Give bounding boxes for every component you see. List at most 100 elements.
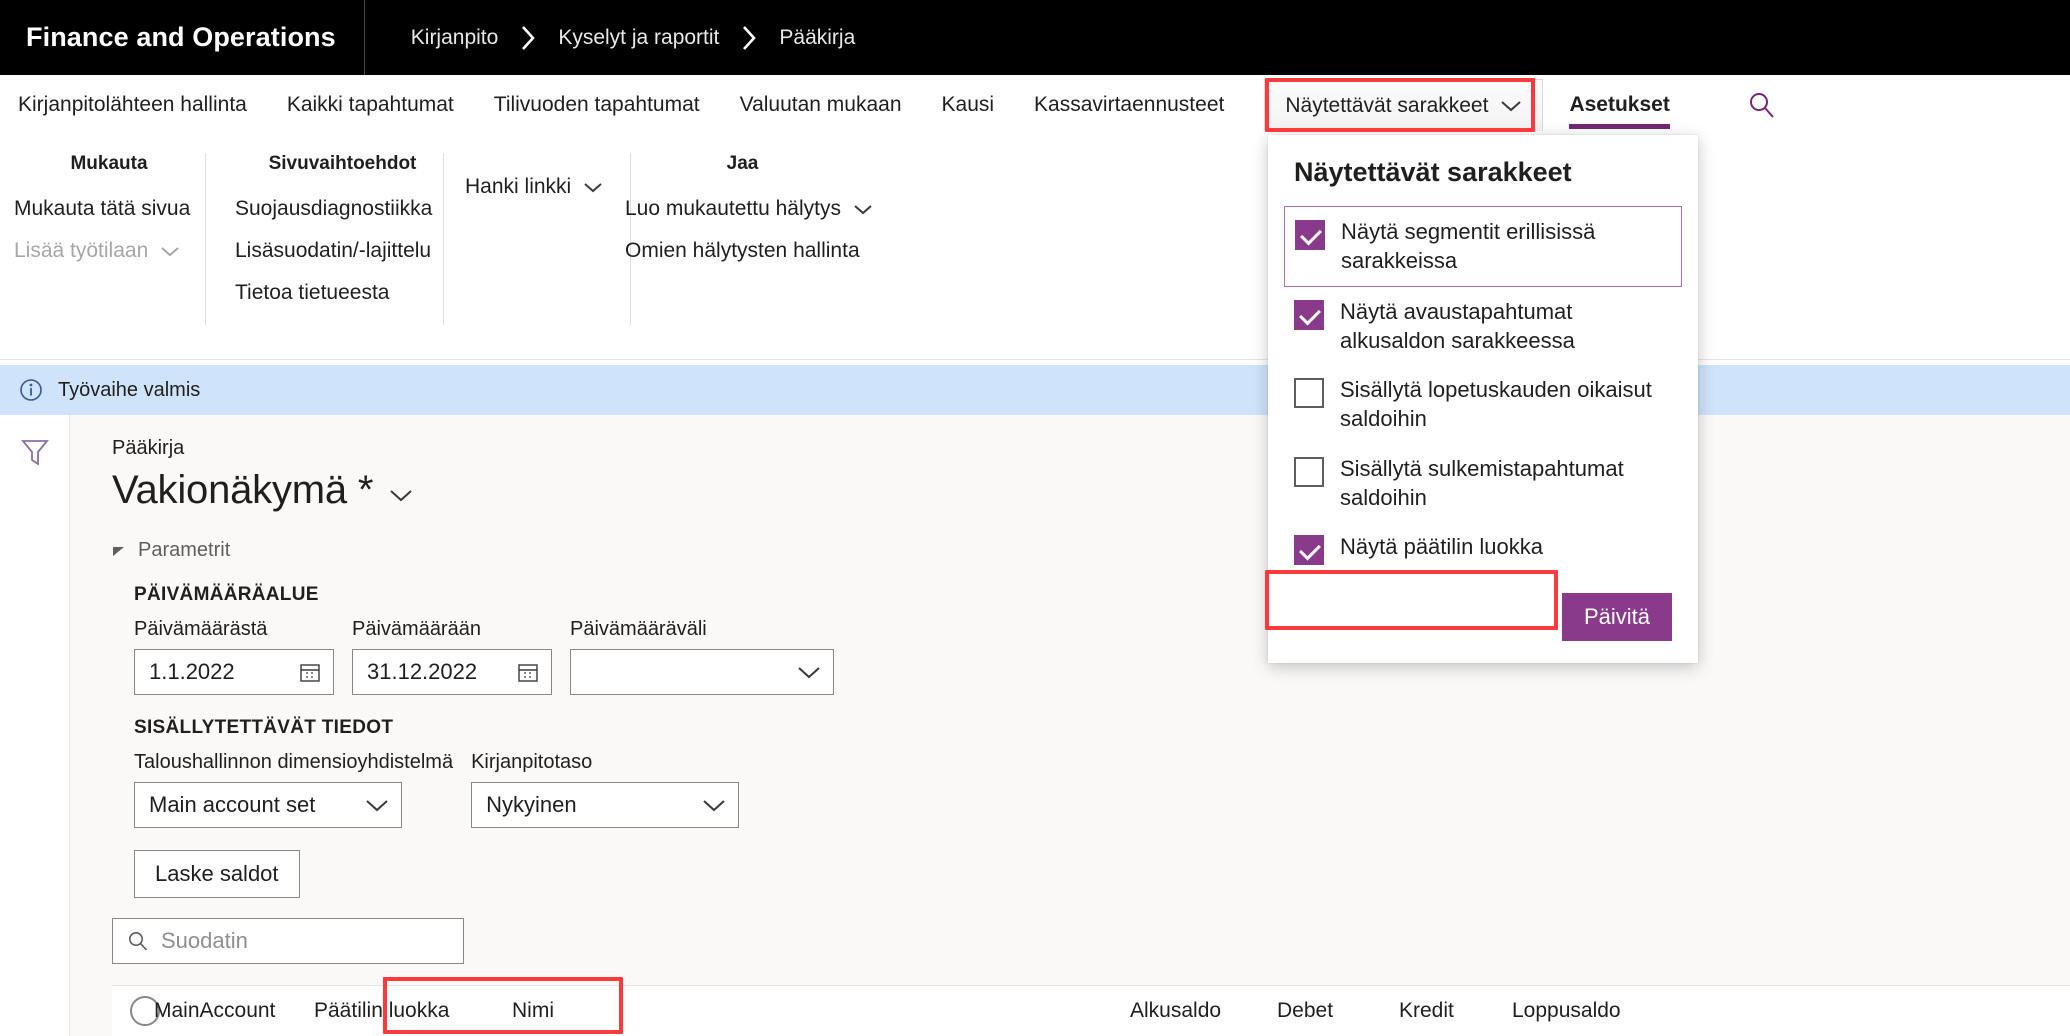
ribbon-group-jaa: Jaa Luo mukautettu hälytys Omien hälytys… xyxy=(625,153,872,281)
chevron-down-icon[interactable] xyxy=(389,478,413,503)
checkbox-row-sisallyta-sulkemistapahtumat[interactable]: Sisällytä sulkemistapahtumat saldoihin xyxy=(1284,444,1682,523)
filter-input[interactable]: Suodatin xyxy=(112,918,464,964)
chevron-down-icon xyxy=(160,245,180,258)
posting-layer-select[interactable]: Nykyinen xyxy=(471,782,740,828)
ribbon-action-mukauta-tata-sivua[interactable]: Mukauta tätä sivua xyxy=(14,197,204,221)
chevron-down-icon[interactable] xyxy=(702,798,726,813)
ribbon-action-label: Suojausdiagnostiikka xyxy=(235,197,433,220)
checkbox-row-nayta-paatilin-luokka[interactable]: Näytä päätilin luokka xyxy=(1284,522,1682,575)
ribbon-action-label: Lisäsuodatin/-lajittelu xyxy=(235,239,432,262)
parametrit-section-header[interactable]: Parametrit xyxy=(112,539,2070,562)
calendar-icon[interactable] xyxy=(299,661,321,683)
checkbox-label: Näytä päätilin luokka xyxy=(1340,534,1544,559)
page-content: Pääkirja Vakionäkymä * Parametrit PÄIVÄM… xyxy=(70,415,2070,1036)
column-header-paatilin-luokka[interactable]: Päätilin luokka xyxy=(314,999,449,1023)
ribbon-action-luo-mukautettu-halytys[interactable]: Luo mukautettu hälytys xyxy=(625,197,872,221)
chevron-down-icon xyxy=(583,181,603,194)
column-header-kredit[interactable]: Kredit xyxy=(1399,999,1454,1023)
calendar-icon[interactable] xyxy=(517,661,539,683)
ribbon-action-lisasuodatin-lajittelu[interactable]: Lisäsuodatin/-lajittelu xyxy=(235,239,450,263)
chevron-down-icon xyxy=(1500,99,1522,113)
checkbox-row-nayta-avaustapahtumat[interactable]: Näytä avaustapahtumat alkusaldon sarakke… xyxy=(1284,287,1682,366)
calculate-balances-button[interactable]: Laske saldot xyxy=(134,850,300,898)
show-columns-flyout: Näytettävät sarakkeet Näytä segmentit er… xyxy=(1268,135,1698,663)
dimension-set-select[interactable]: Main account set xyxy=(134,782,402,828)
tab-kaikki-tapahtumat[interactable]: Kaikki tapahtumat xyxy=(287,75,454,135)
ribbon-action-suojausdiagnostiikka[interactable]: Suojausdiagnostiikka xyxy=(235,197,450,221)
column-header-loppusaldo[interactable]: Loppusaldo xyxy=(1512,999,1621,1023)
ribbon-action-hanki-linkki[interactable]: Hanki linkki xyxy=(465,175,625,199)
field-label: Päivämäärästä xyxy=(134,618,268,640)
app-root: Finance and Operations Kirjanpito Kysely… xyxy=(0,0,2070,1036)
tab-kausi[interactable]: Kausi xyxy=(942,75,995,135)
column-header-alkusaldo[interactable]: Alkusaldo xyxy=(1130,999,1221,1023)
date-from-input[interactable]: 1.1.2022 xyxy=(134,649,334,695)
ribbon-action-label: Lisää työtilaan xyxy=(14,239,149,262)
tab-valuutan-mukaan[interactable]: Valuutan mukaan xyxy=(740,75,902,135)
checkbox-checked-icon[interactable] xyxy=(1294,535,1324,565)
tab-kassavirtaennusteet[interactable]: Kassavirtaennusteet xyxy=(1034,75,1224,135)
ribbon-action-tietoa-tietueesta[interactable]: Tietoa tietueesta xyxy=(235,281,450,305)
checkbox-unchecked-icon[interactable] xyxy=(1294,378,1324,408)
refresh-button[interactable]: Päivitä xyxy=(1561,593,1672,641)
ribbon-action-label: Omien hälytysten hallinta xyxy=(625,239,860,262)
tab-kirjanpitolahteen-hallinta[interactable]: Kirjanpitolähteen hallinta xyxy=(18,75,247,135)
date-interval-select[interactable] xyxy=(570,649,834,695)
ribbon-group-sivuvaihtoehdot: Sivuvaihtoehdot Suojausdiagnostiikka Lis… xyxy=(235,153,450,323)
search-icon xyxy=(127,930,149,952)
breadcrumb-item-0[interactable]: Kirjanpito xyxy=(411,26,499,50)
tab-naytettavat-sarakkeet[interactable]: Näytettävät sarakkeet xyxy=(1264,79,1544,131)
funnel-icon[interactable] xyxy=(18,435,52,1036)
field-date-to: Päivämäärään 31.12.2022 xyxy=(352,618,552,695)
field-label: Päivämääräväli xyxy=(570,618,707,640)
checkbox-label: Sisällytä sulkemistapahtumat saldoihin xyxy=(1340,455,1624,510)
group-label-paivamaaraalue: PÄIVÄMÄÄRÄALUE xyxy=(134,584,319,605)
section-label: Parametrit xyxy=(138,539,231,561)
chevron-right-icon xyxy=(520,25,536,51)
page-subtitle: Pääkirja xyxy=(112,437,185,459)
group-label-sisallytettavat-tiedot: SISÄLLYTETTÄVÄT TIEDOT xyxy=(134,717,394,738)
tab-asetukset[interactable]: Asetukset xyxy=(1569,75,1671,135)
column-header-nimi[interactable]: Nimi xyxy=(512,999,554,1023)
ribbon-action-lisaa-tyotilaan[interactable]: Lisää työtilaan xyxy=(14,239,204,263)
grid-header-row: MainAccount Päätilin luokka Nimi Alkusal… xyxy=(112,985,2070,1036)
field-date-interval: Päivämääräväli xyxy=(570,618,834,695)
date-to-input[interactable]: 31.12.2022 xyxy=(352,649,552,695)
field-dimension-set: Taloushallinnon dimensioyhdistelmä Main … xyxy=(134,751,453,828)
breadcrumb-item-1[interactable]: Kyselyt ja raportit xyxy=(558,26,719,50)
collapse-triangle-icon xyxy=(112,544,126,558)
checkbox-label: Näytä segmentit erillisissä sarakkeissa xyxy=(1341,219,1596,274)
flyout-title: Näytettävät sarakkeet xyxy=(1294,157,1572,187)
top-navigation-bar: Finance and Operations Kirjanpito Kysely… xyxy=(0,0,2070,75)
info-icon xyxy=(18,377,44,403)
field-posting-layer: Kirjanpitotaso Nykyinen xyxy=(471,751,740,828)
field-date-from: Päivämäärästä 1.1.2022 xyxy=(134,618,334,695)
checkbox-unchecked-icon[interactable] xyxy=(1294,456,1324,487)
breadcrumb-item-2[interactable]: Pääkirja xyxy=(779,26,855,50)
tab-strip: Kirjanpitolähteen hallinta Kaikki tapaht… xyxy=(0,75,2070,135)
ribbon-group-title: Jaa xyxy=(726,153,759,174)
message-bar: Työvaihe valmis xyxy=(0,365,2070,415)
checkbox-row-sisallyta-lopetuskauden-oikaisut[interactable]: Sisällytä lopetuskauden oikaisut saldoih… xyxy=(1284,365,1682,444)
column-header-mainaccount[interactable]: MainAccount xyxy=(154,999,275,1023)
chevron-down-icon[interactable] xyxy=(365,798,389,813)
field-label: Päivämäärään xyxy=(352,618,481,640)
column-header-debet[interactable]: Debet xyxy=(1277,999,1333,1023)
chevron-down-icon[interactable] xyxy=(797,665,821,680)
ribbon-action-label: Hanki linkki xyxy=(465,175,572,198)
checkbox-checked-icon[interactable] xyxy=(1294,299,1324,330)
tab-label: Näytettävät sarakkeet xyxy=(1285,93,1489,117)
page-title-row: Vakionäkymä * xyxy=(112,468,2070,513)
checkbox-row-nayta-segmentit[interactable]: Näytä segmentit erillisissä sarakkeissa xyxy=(1284,206,1682,287)
filter-rail xyxy=(0,415,70,1036)
field-label: Kirjanpitotaso xyxy=(471,751,593,773)
ribbon-action-omien-halytysten-hallinta[interactable]: Omien hälytysten hallinta xyxy=(625,239,860,263)
search-icon[interactable] xyxy=(1742,85,1782,125)
checkbox-checked-icon[interactable] xyxy=(1295,220,1325,250)
chevron-right-icon xyxy=(741,25,757,51)
field-value: 1.1.2022 xyxy=(149,659,235,684)
tab-tilivuoden-tapahtumat[interactable]: Tilivuoden tapahtumat xyxy=(494,75,700,135)
ribbon-action-label: Luo mukautettu hälytys xyxy=(625,197,841,220)
ribbon-group-title: Sivuvaihtoehdot xyxy=(268,153,417,174)
message-bar-text: Työvaihe valmis xyxy=(58,378,201,401)
